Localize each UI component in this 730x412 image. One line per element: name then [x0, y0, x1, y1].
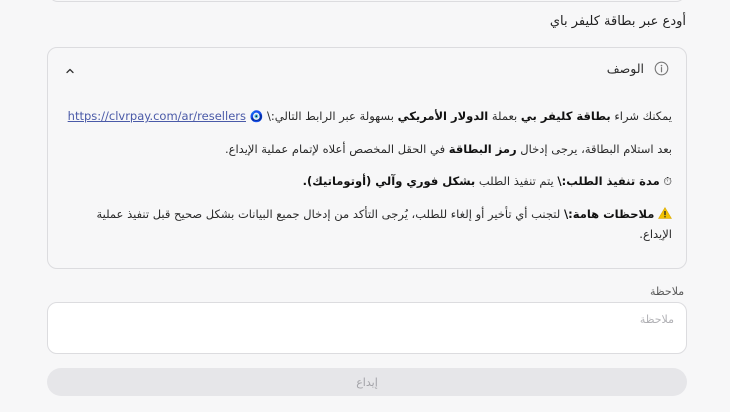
nazar-emoji-icon: 🧿 [249, 110, 264, 123]
chevron-up-icon[interactable] [64, 62, 76, 74]
resellers-link[interactable]: https://clvrpay.com/ar/resellers [68, 109, 246, 123]
description-card-header[interactable]: الوصف [48, 58, 686, 80]
description-card: الوصف يمكنك شراء بطاقة كليفر بي بعملة ال… [47, 47, 687, 269]
notes-label: ملاحظات هامة:\ [563, 207, 655, 221]
card-name-text: بطاقة كليفر بي [520, 109, 611, 123]
description-title: الوصف [606, 61, 644, 76]
description-body: يمكنك شراء بطاقة كليفر بي بعملة الدولار … [62, 106, 672, 256]
stopwatch-icon: ⏱ [663, 175, 672, 188]
timing-label: مدة تنفيذ الطلب:\ [557, 174, 660, 188]
page-title: أودع عبر بطاقة كليفر باي [549, 14, 686, 29]
description-line-card-code: بعد استلام البطاقة، يرجى إدخال رمز البطا… [224, 142, 672, 156]
note-field[interactable] [47, 302, 687, 354]
note-label: ملاحظة [650, 285, 685, 298]
description-line-purchase: يمكنك شراء بطاقة كليفر بي بعملة الدولار … [67, 109, 672, 123]
timing-value: بشكل فوري وآلي (أوتوماتيك). [302, 174, 476, 188]
warning-icon [658, 205, 672, 219]
description-line-timing: ⏱ مدة تنفيذ الطلب:\ يتم تنفيذ الطلب بشكل… [302, 174, 672, 188]
deposit-page: أودع عبر بطاقة كليفر باي الوصف يمكنك شرا… [0, 0, 730, 412]
deposit-button[interactable]: إيداع [47, 368, 687, 396]
currency-text: الدولار الأمريكي [397, 109, 489, 123]
description-line-notes: ملاحظات هامة:\ لتجنب أي تأخير أو إلغاء ل… [96, 205, 672, 241]
card-code-text: رمز البطاقة [448, 142, 517, 156]
previous-field-edge [48, 0, 686, 2]
info-circle-icon [654, 61, 669, 76]
